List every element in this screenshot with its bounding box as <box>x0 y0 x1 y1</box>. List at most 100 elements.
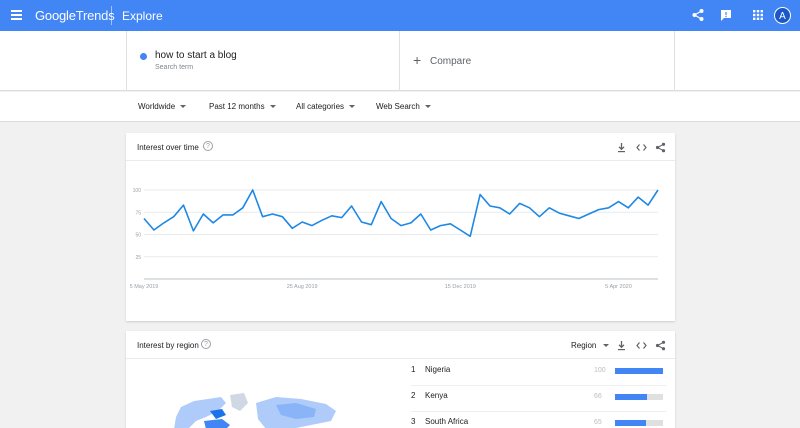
data-point[interactable] <box>558 212 561 215</box>
help-icon[interactable]: ? <box>203 141 213 151</box>
data-point[interactable] <box>350 205 353 208</box>
region-bar <box>615 394 647 400</box>
logo-trends-text: Trends <box>75 8 115 23</box>
region-name: Kenya <box>425 391 448 400</box>
data-point[interactable] <box>340 216 343 219</box>
data-point[interactable] <box>419 213 422 216</box>
time-filter[interactable]: Past 12 months <box>209 102 276 111</box>
data-point[interactable] <box>627 206 630 209</box>
data-point[interactable] <box>143 217 146 220</box>
location-filter-label: Worldwide <box>138 102 176 111</box>
data-point[interactable] <box>330 214 333 217</box>
data-point[interactable] <box>162 221 165 224</box>
region-bar-track <box>615 368 663 374</box>
data-point[interactable] <box>528 206 531 209</box>
data-point[interactable] <box>241 206 244 209</box>
data-point[interactable] <box>498 206 501 209</box>
data-point[interactable] <box>370 223 373 226</box>
location-filter[interactable]: Worldwide <box>138 102 187 111</box>
data-point[interactable] <box>597 208 600 211</box>
embed-icon[interactable] <box>636 340 647 351</box>
embed-icon[interactable] <box>636 142 647 153</box>
search-term-type: Search term <box>155 64 194 71</box>
data-point[interactable] <box>657 189 660 192</box>
data-point[interactable] <box>261 215 264 218</box>
apps-icon[interactable] <box>751 8 765 22</box>
data-point[interactable] <box>380 200 383 203</box>
share-icon[interactable] <box>655 340 666 351</box>
data-point[interactable] <box>617 200 620 203</box>
data-point[interactable] <box>390 217 393 220</box>
data-point[interactable] <box>439 224 442 227</box>
data-point[interactable] <box>291 227 294 230</box>
compare-card[interactable]: + Compare <box>400 31 675 91</box>
data-point[interactable] <box>182 204 185 207</box>
search-term-card[interactable]: how to start a blog Search term <box>126 31 400 91</box>
data-point[interactable] <box>459 229 462 232</box>
data-point[interactable] <box>320 219 323 222</box>
data-point[interactable] <box>222 213 225 216</box>
data-point[interactable] <box>538 215 541 218</box>
data-point[interactable] <box>508 213 511 216</box>
data-point[interactable] <box>577 217 580 220</box>
map-africa-north <box>204 419 230 428</box>
data-point[interactable] <box>479 193 482 196</box>
download-icon[interactable] <box>616 142 627 153</box>
region-resolution-select[interactable]: Region <box>571 341 610 350</box>
world-map[interactable] <box>126 359 396 428</box>
region-resolution-label: Region <box>571 341 597 350</box>
data-point[interactable] <box>231 213 234 216</box>
data-point[interactable] <box>518 202 521 205</box>
chevron-down-icon <box>269 105 276 109</box>
download-icon[interactable] <box>616 340 627 351</box>
menu-icon[interactable] <box>11 10 22 20</box>
data-point[interactable] <box>429 229 432 232</box>
data-point[interactable] <box>172 215 175 218</box>
region-row[interactable]: 3 South Africa 65 <box>411 412 666 428</box>
data-point[interactable] <box>202 213 205 216</box>
account-avatar[interactable]: A <box>774 7 791 24</box>
data-point[interactable] <box>251 189 254 192</box>
logo-google-text: Google <box>35 8 76 23</box>
share-icon[interactable] <box>655 142 666 153</box>
data-point[interactable] <box>449 222 452 225</box>
data-point[interactable] <box>548 206 551 209</box>
series-line[interactable] <box>143 189 659 238</box>
data-point[interactable] <box>409 221 412 224</box>
data-point[interactable] <box>587 213 590 216</box>
data-point[interactable] <box>647 204 650 207</box>
region-name: Nigeria <box>425 365 451 374</box>
category-filter[interactable]: All categories <box>296 102 356 111</box>
header-divider <box>111 6 112 25</box>
data-point[interactable] <box>152 229 155 232</box>
data-point[interactable] <box>301 221 304 224</box>
region-name: South Africa <box>425 417 469 426</box>
y-tick-label: 75 <box>135 210 141 216</box>
card-title: Interest by region <box>137 341 199 350</box>
data-point[interactable] <box>469 235 472 238</box>
data-point[interactable] <box>271 213 274 216</box>
data-point[interactable] <box>360 221 363 224</box>
data-point[interactable] <box>311 224 314 227</box>
y-tick-label: 25 <box>135 255 141 261</box>
data-point[interactable] <box>281 215 284 218</box>
region-row[interactable]: 2 Kenya 66 <box>411 386 666 412</box>
google-trends-logo[interactable]: GoogleTrends <box>35 8 115 23</box>
data-point[interactable] <box>488 205 491 208</box>
chevron-down-icon <box>603 344 610 348</box>
region-row[interactable]: 1 Nigeria 100 <box>411 360 666 386</box>
data-point[interactable] <box>212 221 215 224</box>
data-point[interactable] <box>568 214 571 217</box>
data-point[interactable] <box>637 196 640 199</box>
help-icon[interactable]: ? <box>201 339 211 349</box>
x-tick-label: 25 Aug 2019 <box>287 284 318 290</box>
interest-over-time-card: Interest over time ? 25 50 75 100 5 May 2019… <box>126 133 675 321</box>
share-icon[interactable] <box>691 8 705 22</box>
data-point[interactable] <box>607 206 610 209</box>
search-term-text[interactable]: how to start a blog <box>155 50 237 61</box>
data-point[interactable] <box>192 229 195 232</box>
property-filter[interactable]: Web Search <box>376 102 431 111</box>
feedback-icon[interactable] <box>719 8 733 22</box>
interest-over-time-chart: 25 50 75 100 5 May 2019 25 Aug 2019 15 Dec 201… <box>130 188 660 290</box>
data-point[interactable] <box>400 224 403 227</box>
